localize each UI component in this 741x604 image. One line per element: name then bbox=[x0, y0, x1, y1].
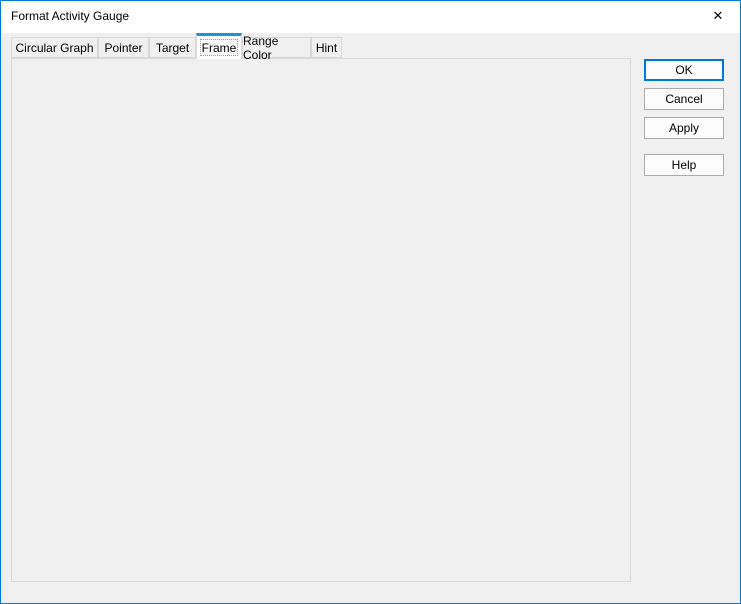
format-activity-gauge-dialog: Format Activity Gauge ✕ Circular Graph P… bbox=[0, 0, 741, 604]
tab-frame[interactable]: Frame bbox=[196, 33, 242, 59]
tab-circular-graph[interactable]: Circular Graph bbox=[11, 37, 98, 58]
titlebar: Format Activity Gauge ✕ bbox=[1, 1, 740, 33]
help-button[interactable]: Help bbox=[644, 154, 724, 176]
tab-range-color[interactable]: Range Color bbox=[242, 37, 311, 58]
window-title: Format Activity Gauge bbox=[11, 9, 129, 23]
close-icon: ✕ bbox=[713, 8, 724, 24]
tab-hint[interactable]: Hint bbox=[311, 37, 342, 58]
tab-pointer[interactable]: Pointer bbox=[98, 37, 149, 58]
close-button[interactable]: ✕ bbox=[698, 1, 738, 31]
apply-button[interactable]: Apply bbox=[644, 117, 724, 139]
tab-content-pane bbox=[11, 58, 631, 582]
cancel-button[interactable]: Cancel bbox=[644, 88, 724, 110]
tab-target[interactable]: Target bbox=[149, 37, 196, 58]
ok-button[interactable]: OK bbox=[644, 59, 724, 81]
